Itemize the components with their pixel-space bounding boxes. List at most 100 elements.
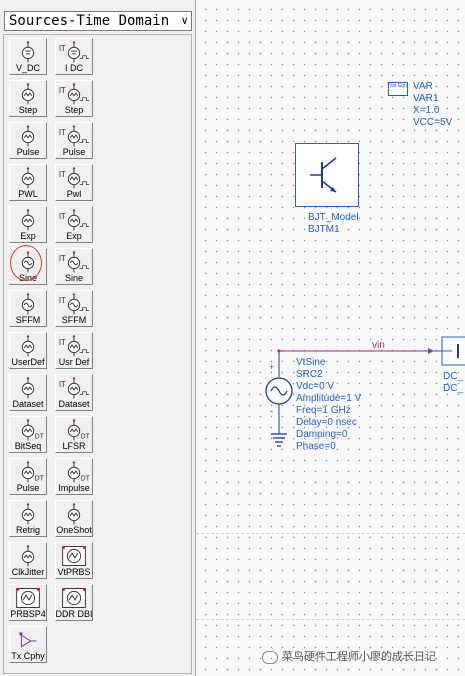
- palette-item-exp-voltage-source[interactable]: Exp: [9, 206, 47, 243]
- palette-item-lfsr-source[interactable]: DT LFSR: [55, 416, 93, 453]
- step-voltage-source-icon: [21, 83, 35, 105]
- palette-item-pulse-voltage-source[interactable]: Pulse: [9, 122, 47, 159]
- source-line: Delay=0 nsec: [296, 417, 357, 428]
- dataset-voltage-source-icon: [21, 377, 35, 399]
- tx-cphy-source-icon: [19, 632, 37, 648]
- source-line: Amplitude=1 V: [296, 393, 362, 404]
- prbsp4-source-icon: [16, 588, 40, 608]
- palette-item-impulse-source[interactable]: DT Impulse: [55, 458, 93, 495]
- palette-item-label: BitSeq: [14, 441, 42, 451]
- schematic-canvas[interactable]: Var Eqn VAR VAR1 X=1.0 VCC=5V BJT_Model …: [196, 0, 465, 676]
- bitseq-source-icon: DT: [21, 419, 45, 441]
- palette-item-label: Pulse: [16, 147, 40, 157]
- sine-voltage-source-icon: [21, 251, 35, 273]
- exp-voltage-source-icon: [21, 209, 35, 231]
- palette-item-dt-pulse-source[interactable]: DT Pulse: [9, 458, 47, 495]
- svg-text:IT: IT: [59, 254, 66, 263]
- exp-current-source-icon: IT: [59, 209, 90, 231]
- svg-text:DT: DT: [35, 433, 45, 441]
- sffm-voltage-source-icon: [21, 293, 35, 315]
- svg-text:DT: DT: [35, 475, 45, 483]
- palette-item-label: Dataset: [12, 399, 44, 409]
- ddr-dbi-source-icon: [62, 588, 86, 608]
- palette-item-sine-current-source[interactable]: IT Sine: [55, 248, 93, 285]
- palette-item-ddr-dbi-source[interactable]: DDR DBI: [55, 584, 93, 621]
- palette-item-label: Step: [64, 105, 84, 115]
- svg-text:DT: DT: [81, 475, 91, 483]
- watermark: 菜鸟硬件工程师小廖的成长日记: [262, 648, 436, 664]
- impulse-source-icon: DT: [67, 461, 91, 483]
- palette-item-oneshot-source[interactable]: OneShot: [55, 500, 93, 537]
- palette-item-tx-cphy-source[interactable]: Tx Cphy: [9, 626, 47, 663]
- userdef-current-source-icon: IT: [59, 335, 90, 357]
- palette-item-userdef-voltage-source[interactable]: UserDef: [9, 332, 47, 369]
- palette-item-pwl-current-source[interactable]: IT Pwl: [55, 164, 93, 201]
- svg-text:IT: IT: [59, 296, 66, 305]
- palette-item-userdef-current-source[interactable]: IT Usr Def: [55, 332, 93, 369]
- svg-text:IT: IT: [59, 128, 66, 137]
- palette-item-label: Pwl: [66, 189, 82, 199]
- palette-item-exp-current-source[interactable]: IT Exp: [55, 206, 93, 243]
- palette-item-sine-voltage-source[interactable]: Sine: [9, 248, 47, 285]
- palette-item-label: LFSR: [62, 441, 86, 451]
- palette-item-label: Tx Cphy: [11, 651, 45, 661]
- svg-text:IT: IT: [59, 338, 66, 347]
- palette-item-label: SFFM: [15, 315, 41, 325]
- palette-item-step-current-source[interactable]: IT Step: [55, 80, 93, 117]
- chevron-down-icon[interactable]: ∨: [181, 12, 188, 30]
- palette-grid: V_DC IT I DC Step IT Step Pulse IT Pulse PWL IT Pwl…: [3, 34, 192, 674]
- palette-item-bitseq-source[interactable]: DT BitSeq: [9, 416, 47, 453]
- palette-item-label: Step: [18, 105, 38, 115]
- palette-item-dc-current-source[interactable]: IT I DC: [55, 38, 93, 75]
- palette-item-label: VtPRBS: [57, 567, 91, 577]
- clkjitter-source-icon: [21, 545, 35, 567]
- palette-item-dataset-current-source[interactable]: IT Dataset: [55, 374, 93, 411]
- dc-line: DC_: [443, 371, 464, 382]
- palette-item-retrig-source[interactable]: Retrig: [9, 500, 47, 537]
- palette-item-label: Sine: [18, 273, 37, 283]
- dc-voltage-source-icon: [21, 41, 35, 63]
- library-select[interactable]: Sources-Time Domain ∨: [4, 11, 192, 31]
- palette-item-vtprbs-source[interactable]: VtPRBS: [55, 542, 93, 579]
- library-select-value: Sources-Time Domain: [9, 13, 170, 29]
- palette-item-label: Pulse: [62, 147, 86, 157]
- svg-text:IT: IT: [59, 380, 66, 389]
- palette-item-label: OneShot: [56, 525, 92, 535]
- step-current-source-icon: IT: [59, 83, 90, 105]
- dc-block-label: DC_ DC_: [443, 371, 463, 395]
- palette-item-pulse-current-source[interactable]: IT Pulse: [55, 122, 93, 159]
- svg-text:IT: IT: [59, 212, 66, 221]
- svg-text:IT: IT: [59, 170, 66, 179]
- source-line: Freq=1 GHz: [296, 405, 351, 416]
- palette-item-dataset-voltage-source[interactable]: Dataset: [9, 374, 47, 411]
- palette-item-label: Usr Def: [58, 357, 90, 367]
- vtprbs-source-icon: [62, 546, 86, 566]
- palette-item-prbsp4-source[interactable]: PRBSP4: [9, 584, 47, 621]
- palette-item-label: Retrig: [15, 525, 40, 535]
- palette-item-label: Impulse: [58, 483, 90, 493]
- lfsr-source-icon: DT: [67, 419, 91, 441]
- palette-item-label: Exp: [66, 231, 82, 241]
- dc-current-source-icon: IT: [59, 41, 90, 63]
- pulse-current-source-icon: IT: [59, 125, 90, 147]
- sine-current-source-icon: IT: [59, 251, 90, 273]
- palette-item-clkjitter-source[interactable]: ClkJitter: [9, 542, 47, 579]
- palette-item-sffm-current-source[interactable]: IT SFFM: [55, 290, 93, 327]
- source-line: Damping=0: [296, 429, 348, 440]
- palette-item-label: I DC: [65, 63, 83, 73]
- userdef-voltage-source-icon: [21, 335, 35, 357]
- palette-item-step-voltage-source[interactable]: Step: [9, 80, 47, 117]
- palette-item-dc-voltage-source[interactable]: V_DC: [9, 38, 47, 75]
- palette-item-label: PWL: [18, 189, 38, 199]
- net-label-vin[interactable]: vin: [372, 340, 385, 352]
- sffm-current-source-icon: IT: [59, 293, 90, 315]
- palette-item-pwl-voltage-source[interactable]: PWL: [9, 164, 47, 201]
- plus-terminal-label: +: [269, 362, 275, 372]
- palette-item-sffm-voltage-source[interactable]: SFFM: [9, 290, 47, 327]
- pwl-voltage-source-icon: [21, 167, 35, 189]
- palette-item-label: UserDef: [11, 357, 45, 367]
- source-line: Vdc=0 V: [296, 381, 335, 392]
- dc-line: DC_: [443, 383, 464, 394]
- svg-text:IT: IT: [59, 44, 66, 53]
- source-line: SRC2: [296, 369, 323, 380]
